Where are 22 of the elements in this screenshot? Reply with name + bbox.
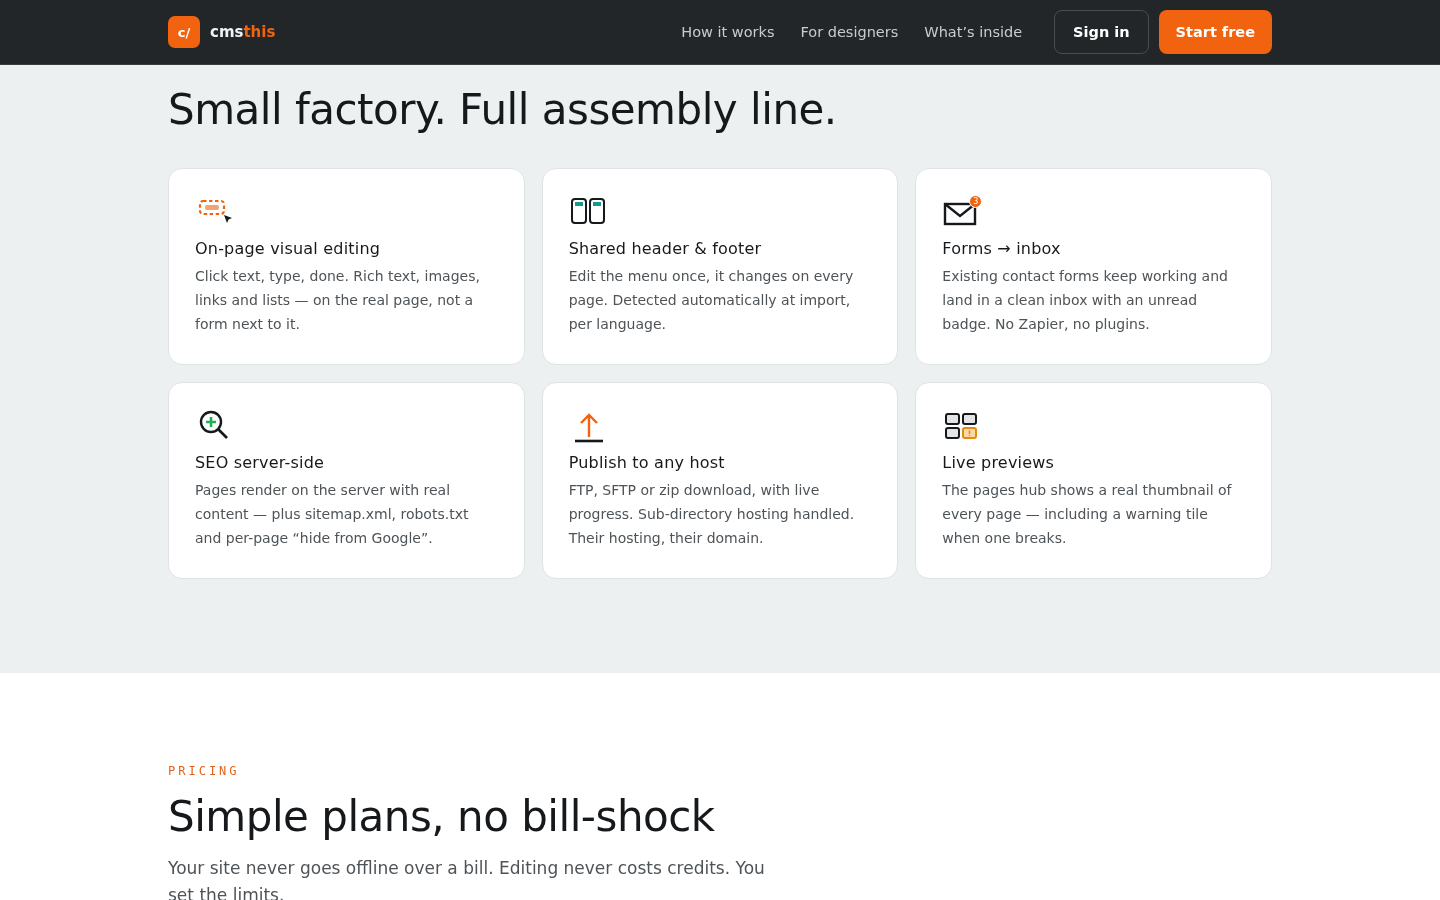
card-description: Edit the menu once, it changes on every page. Detected automatically at import, per language. [568,267,855,334]
nav-link[interactable]: What’s inside [924,24,1023,40]
card-description: Pages render on the server with real content — plus sitemap.xml, robots.txt and per-page “hide from Google”. [195,481,470,548]
card-description: FTP, SFTP or zip download, with live progress. Sub-directory hosting handled. Their hosting, their domain. [568,481,856,548]
card-description: The pages hub shows a real thumbnail of every page — including a warning tile when one breaks. [942,481,1233,548]
card-description: Click text, type, done. Rich text, images, links and lists — on the real page, not a form next to it. [195,267,481,334]
card-description: Existing contact forms keep working and land in a clean inbox with an unread badge. No Zapier, no plugins. [942,267,1229,334]
brand-name: cmsthis [210,23,276,41]
sign-in-button[interactable]: Sign in [1054,10,1149,54]
section-heading: Small factory. Full assembly line. [168,85,838,134]
logo-icon: c/ [168,16,200,48]
card-title: Publish to any host [568,453,726,472]
unread-badge: 3 [969,195,983,208]
card-title: On-page visual editing [195,239,382,258]
nav-link[interactable]: How it works [681,24,775,40]
section-eyebrow: PRICING [168,764,241,778]
card-title: Live previews [942,453,1056,472]
section-heading: Simple plans, no bill-shock [168,792,716,841]
nav-link[interactable]: For designers [800,24,899,40]
card-title: SEO server-side [195,453,326,472]
card-title: Shared header & footer [568,239,763,258]
card-title: Forms → inbox [942,239,1062,258]
